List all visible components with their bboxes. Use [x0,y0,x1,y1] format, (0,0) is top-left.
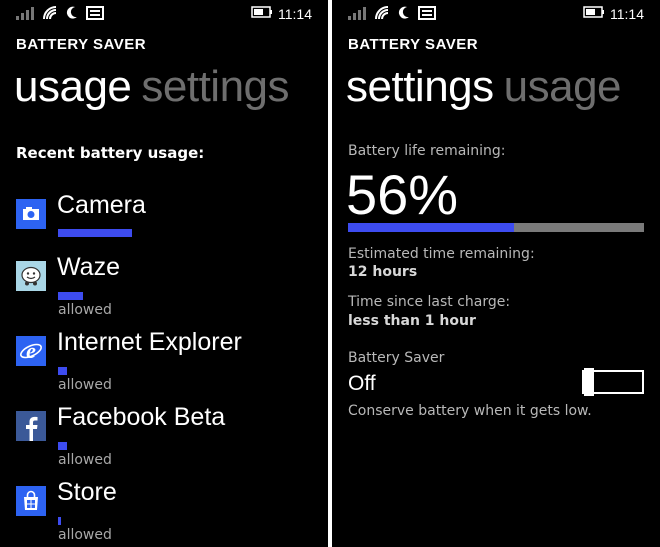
quiet-hours-icon [398,6,409,19]
battery-icon [583,6,604,18]
battery-icon [251,6,272,18]
since-charge-label: Time since last charge: [348,294,511,310]
clock: 11:14 [278,6,312,22]
app-name: Internet Explorer [57,328,242,356]
section-heading: Recent battery usage: [16,144,205,162]
pivot-tab-usage[interactable]: usage [504,62,622,111]
estimated-time-label: Estimated time remaining: [348,246,535,262]
battery-saver-state: Off [348,372,376,395]
pivot-tab-settings[interactable]: settings [141,62,289,111]
app-status: allowed [58,302,112,318]
clock: 11:14 [610,6,644,22]
since-charge-value: less than 1 hour [348,313,476,329]
toggle-knob[interactable] [584,368,594,396]
signal-icon [16,7,34,20]
status-bar: 11:14 [0,4,328,22]
pivot-tab-settings[interactable]: settings [346,62,494,111]
svg-text:e: e [26,338,36,363]
notification-icon [86,6,104,20]
signal-icon [348,7,366,20]
pivot-header: usage settings [14,62,290,112]
app-name: Facebook Beta [57,403,226,431]
wifi-icon [43,6,57,20]
battery-progress-bar [348,223,644,232]
app-name: Camera [57,191,146,219]
pivot-tab-usage[interactable]: usage [14,62,132,111]
camera-icon [16,199,46,229]
estimated-time-value: 12 hours [348,264,418,280]
battery-progress-fill [348,223,514,232]
app-name: Waze [57,253,120,281]
usage-bar [58,367,67,375]
usage-bar [58,292,83,300]
waze-icon [16,261,46,291]
app-title: BATTERY SAVER [16,36,147,53]
settings-screen: 11:14 BATTERY SAVER settings usage Batter… [332,0,660,547]
usage-screen: 11:14 BATTERY SAVER usage settings Recent… [0,0,328,547]
app-name: Store [57,478,117,506]
wifi-icon [375,6,389,20]
app-status: allowed [58,377,112,393]
status-bar: 11:14 [332,4,660,22]
usage-bar [58,517,61,525]
battery-saver-description: Conserve battery when it gets low. [348,403,592,419]
app-status: allowed [58,527,112,543]
app-title: BATTERY SAVER [348,36,479,53]
notification-icon [418,6,436,20]
store-icon [16,486,46,516]
battery-saver-toggle[interactable] [582,368,644,396]
quiet-hours-icon [66,6,77,19]
usage-bar [58,229,132,237]
pivot-header: settings usage [346,62,622,112]
battery-saver-label: Battery Saver [348,350,445,366]
usage-bar [58,442,67,450]
internet-explorer-icon: e [16,336,46,366]
facebook-icon [16,411,46,441]
battery-life-label: Battery life remaining: [348,143,506,159]
app-status: allowed [58,452,112,468]
battery-percent: 56% [346,163,459,226]
